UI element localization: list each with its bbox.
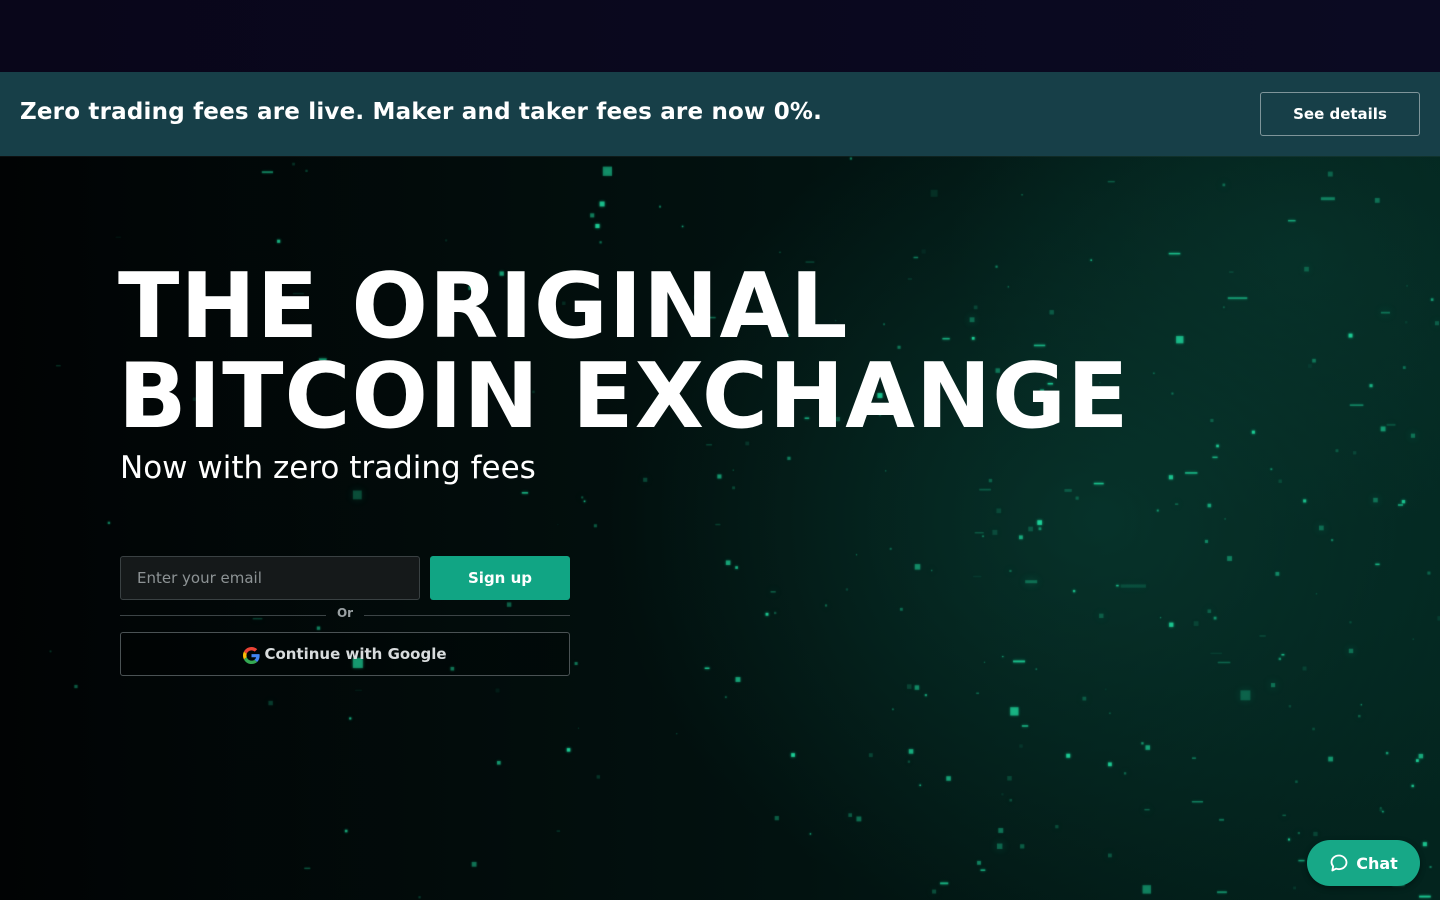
email-input[interactable] <box>120 556 420 600</box>
hero-subtitle: Now with zero trading fees <box>120 450 536 486</box>
divider-or-label: Or <box>336 606 354 620</box>
hero-title: THE ORIGINAL BITCOIN EXCHANGE <box>118 262 1130 442</box>
divider-line-right <box>364 615 570 616</box>
continue-with-google-button[interactable]: Continue with Google <box>120 632 570 676</box>
divider-line-left <box>120 615 326 616</box>
hero-title-line-2: BITCOIN EXCHANGE <box>118 344 1130 449</box>
landing-page: Zero trading fees are live. Maker and ta… <box>0 0 1440 900</box>
chat-button[interactable]: Chat <box>1307 840 1420 886</box>
google-button-label: Continue with Google <box>264 645 447 663</box>
google-icon <box>243 647 261 664</box>
see-details-button[interactable]: See details <box>1260 92 1420 136</box>
top-navigation-bar <box>0 0 1440 72</box>
banner-message: Zero trading fees are live. Maker and ta… <box>20 99 823 125</box>
chat-button-label: Chat <box>1356 853 1398 873</box>
announcement-banner: Zero trading fees are live. Maker and ta… <box>0 72 1440 156</box>
chat-bubble-icon <box>1330 854 1348 872</box>
sign-up-button[interactable]: Sign up <box>430 556 570 600</box>
